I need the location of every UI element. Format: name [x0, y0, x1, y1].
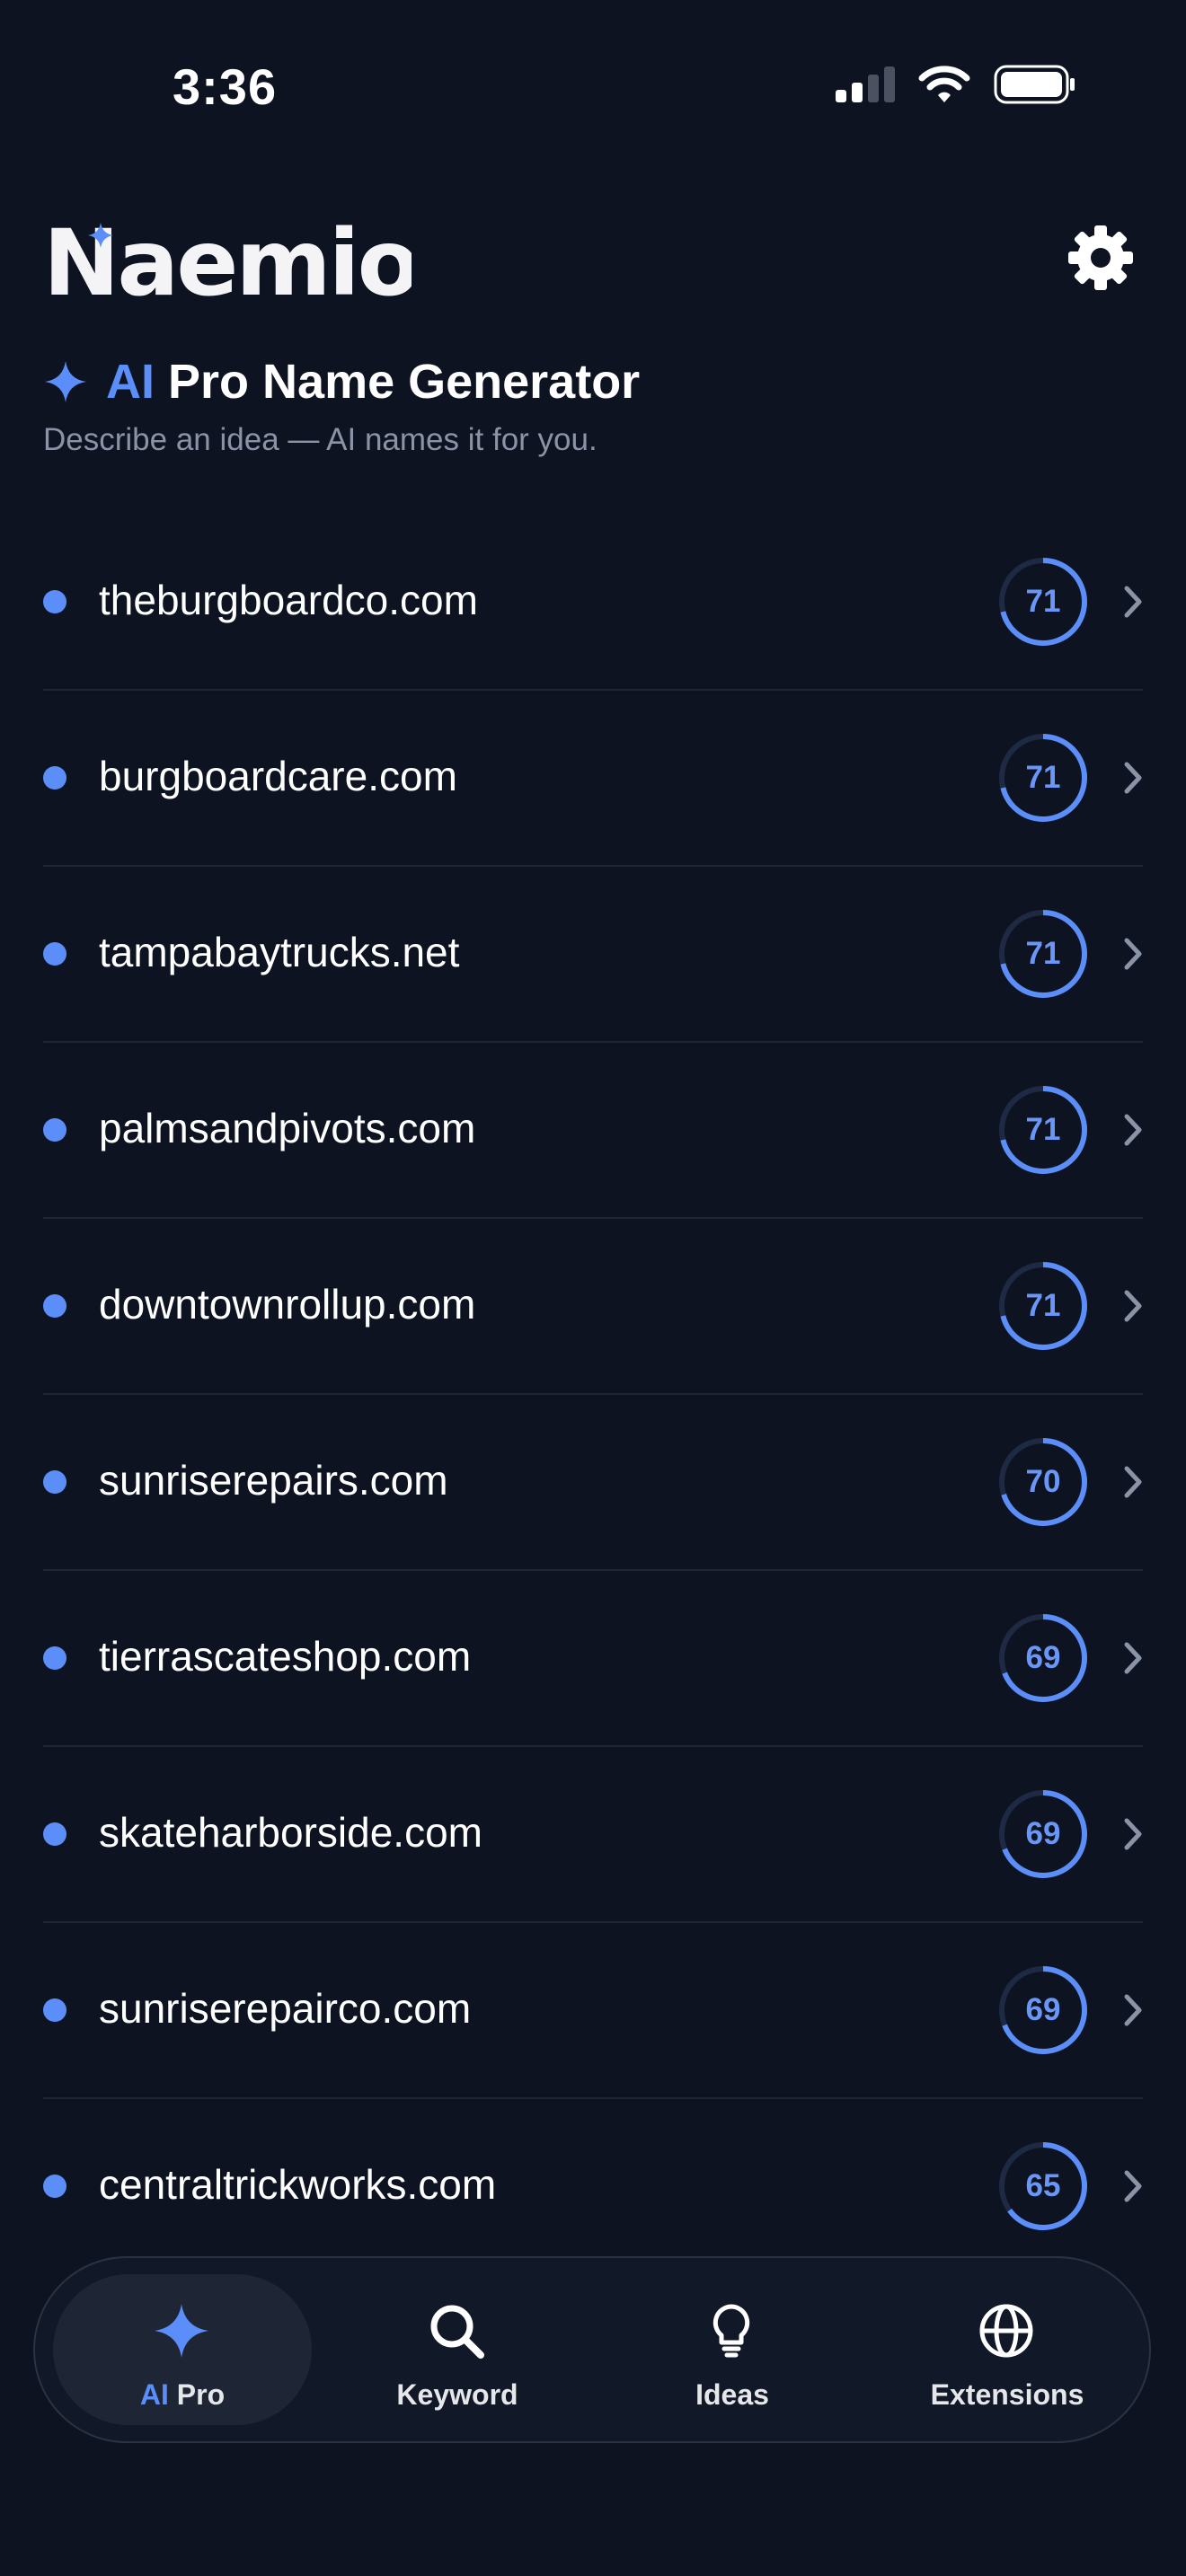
- domain-name: centraltrickworks.com: [99, 2161, 497, 2208]
- bullet-dot: [43, 1470, 66, 1494]
- chevron-right-icon: [1124, 1466, 1142, 1498]
- chevron-right-icon: [1124, 1994, 1142, 2026]
- tab-keyword-label: Keyword: [396, 2378, 518, 2411]
- tab-ideas[interactable]: Ideas: [603, 2274, 862, 2425]
- tab-ai-pro[interactable]: AI Pro: [53, 2274, 312, 2425]
- title-accent: AI: [106, 355, 155, 409]
- score-value: 65: [1025, 2168, 1061, 2203]
- page-title: AI Pro Name Generator: [43, 354, 640, 410]
- domain-name: palmsandpivots.com: [99, 1105, 476, 1151]
- bottom-tab-bar: AI Pro Keyword Ideas Extensions: [33, 2256, 1151, 2443]
- score-ring: 71: [996, 906, 1091, 1001]
- status-bar: 3:36: [0, 0, 1186, 171]
- bullet-dot: [43, 1294, 66, 1318]
- tab-extensions-label: Extensions: [930, 2378, 1084, 2411]
- bullet-dot: [43, 590, 66, 613]
- naemio-logo: Naemio: [43, 216, 412, 305]
- domain-row[interactable]: downtownrollup.com 71: [43, 1219, 1143, 1395]
- domain-row[interactable]: sunriserepairs.com 70: [43, 1395, 1143, 1571]
- chevron-right-icon: [1124, 1818, 1142, 1850]
- domain-row[interactable]: theburgboardco.com 71: [43, 515, 1143, 691]
- domain-row[interactable]: skateharborside.com 69: [43, 1747, 1143, 1923]
- bullet-dot: [43, 2175, 66, 2198]
- tab-ideas-label: Ideas: [695, 2378, 769, 2411]
- results-list: theburgboardco.com 71 burgboardcare.com 71 t…: [43, 515, 1143, 2273]
- domain-row[interactable]: palmsandpivots.com 71: [43, 1043, 1143, 1219]
- score-value: 71: [1025, 584, 1061, 619]
- page-subtitle: Describe an idea — AI names it for you.: [43, 422, 597, 457]
- chevron-right-icon: [1124, 1642, 1142, 1674]
- chevron-right-icon: [1124, 1114, 1142, 1146]
- bullet-dot: [43, 1118, 66, 1142]
- tab-keyword[interactable]: Keyword: [328, 2274, 587, 2425]
- wifi-icon: [918, 66, 970, 102]
- header: Naemio: [43, 216, 1143, 314]
- score-ring: 71: [996, 1082, 1091, 1178]
- chevron-right-icon: [1124, 2170, 1142, 2202]
- settings-button[interactable]: [1066, 223, 1136, 293]
- chevron-right-icon: [1124, 586, 1142, 618]
- battery-icon: [994, 65, 1075, 104]
- globe-icon: [979, 2304, 1033, 2358]
- domain-name: sunriserepairs.com: [99, 1457, 448, 1504]
- status-icons: [836, 65, 1076, 104]
- search-icon: [430, 2305, 484, 2359]
- title-text: AI Pro Name Generator: [106, 354, 640, 410]
- score-ring: 70: [996, 1434, 1091, 1530]
- domain-name: tampabaytrucks.net: [99, 929, 460, 975]
- bullet-dot: [43, 766, 66, 790]
- cellular-signal-icon: [836, 66, 895, 102]
- status-time: 3:36: [173, 58, 278, 115]
- domain-name: sunriserepairco.com: [99, 1985, 472, 2032]
- bullet-dot: [43, 942, 66, 966]
- domain-row[interactable]: tampabaytrucks.net 71: [43, 867, 1143, 1043]
- domain-name: downtownrollup.com: [99, 1281, 476, 1328]
- score-ring: 69: [996, 1610, 1091, 1706]
- domain-name: burgboardcare.com: [99, 753, 457, 799]
- chevron-right-icon: [1124, 938, 1142, 970]
- lightbulb-icon: [712, 2304, 750, 2358]
- chevron-right-icon: [1124, 762, 1142, 794]
- domain-name: skateharborside.com: [99, 1809, 482, 1856]
- domain-row[interactable]: burgboardcare.com 71: [43, 691, 1143, 867]
- score-value: 71: [1025, 1288, 1061, 1323]
- score-ring: 71: [996, 730, 1091, 825]
- bullet-dot: [43, 1998, 66, 2022]
- tab-ai-pro-label: AI Pro: [53, 2378, 312, 2412]
- score-ring: 69: [996, 1963, 1091, 2058]
- domain-name: tierrascateshop.com: [99, 1633, 472, 1680]
- score-ring: 71: [996, 554, 1091, 649]
- domain-row[interactable]: tierrascateshop.com 69: [43, 1571, 1143, 1747]
- title-rest: Pro Name Generator: [168, 355, 641, 409]
- bullet-dot: [43, 1822, 66, 1846]
- sparkle-icon: [155, 2304, 208, 2358]
- domain-name: theburgboardco.com: [99, 577, 478, 623]
- score-ring: 69: [996, 1786, 1091, 1882]
- score-value: 71: [1025, 760, 1061, 795]
- bullet-dot: [43, 1646, 66, 1670]
- score-value: 70: [1025, 1464, 1061, 1499]
- sparkle-icon: [45, 361, 86, 402]
- tab-extensions[interactable]: Extensions: [878, 2274, 1137, 2425]
- score-value: 69: [1025, 1992, 1061, 2027]
- score-value: 69: [1025, 1640, 1061, 1675]
- chevron-right-icon: [1124, 1290, 1142, 1322]
- tab-ai-pro-accent: AI: [139, 2378, 169, 2411]
- score-value: 69: [1025, 1816, 1061, 1851]
- gear-icon: [1068, 225, 1133, 290]
- domain-row[interactable]: sunriserepairco.com 69: [43, 1923, 1143, 2099]
- score-ring: 65: [996, 2139, 1091, 2234]
- domain-row[interactable]: centraltrickworks.com 65: [43, 2099, 1143, 2273]
- score-value: 71: [1025, 1112, 1061, 1147]
- tab-ai-pro-rest: Pro: [176, 2378, 226, 2411]
- score-ring: 71: [996, 1258, 1091, 1354]
- score-value: 71: [1025, 936, 1061, 971]
